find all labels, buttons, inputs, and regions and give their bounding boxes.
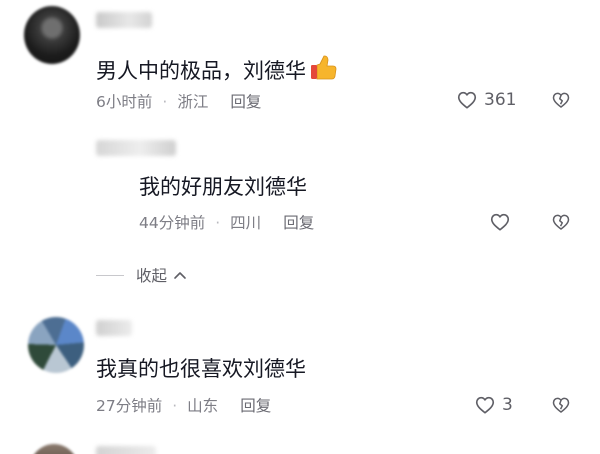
broken-heart-icon bbox=[552, 397, 570, 413]
chevron-up-icon bbox=[173, 266, 187, 284]
divider bbox=[96, 274, 124, 276]
thumbs-up-emoji-icon bbox=[308, 52, 338, 87]
like-button[interactable]: 361 bbox=[456, 89, 516, 111]
broken-heart-icon bbox=[552, 92, 570, 108]
comment-meta: 27分钟前 · 山东 回复 bbox=[96, 396, 271, 416]
comment-text-content: 男人中的极品，刘德华 bbox=[96, 59, 306, 83]
like-count: 361 bbox=[484, 90, 517, 110]
separator: · bbox=[172, 397, 178, 415]
dislike-button[interactable] bbox=[551, 212, 571, 236]
avatar[interactable] bbox=[30, 444, 78, 454]
comment-location: 山东 bbox=[187, 397, 219, 415]
username-blurred[interactable] bbox=[96, 12, 152, 28]
comment-time: 44分钟前 bbox=[139, 214, 206, 232]
like-button[interactable]: 3 bbox=[474, 394, 513, 416]
like-count: 3 bbox=[502, 395, 513, 415]
username-blurred[interactable] bbox=[96, 140, 176, 156]
dislike-button[interactable] bbox=[551, 395, 571, 419]
comment-text: 我的好朋友刘德华 bbox=[139, 175, 307, 199]
like-button[interactable] bbox=[489, 211, 517, 233]
comment-location: 浙江 bbox=[177, 93, 209, 111]
separator: · bbox=[162, 93, 168, 111]
comment-time: 6小时前 bbox=[96, 93, 153, 111]
avatar[interactable] bbox=[28, 317, 84, 373]
heart-outline-icon bbox=[475, 396, 495, 414]
reply-button[interactable]: 回复 bbox=[240, 396, 271, 416]
username-blurred[interactable] bbox=[96, 446, 156, 454]
collapse-label: 收起 bbox=[136, 267, 168, 285]
heart-outline-icon bbox=[457, 91, 477, 109]
broken-heart-icon bbox=[552, 214, 570, 230]
comment-meta: 6小时前 · 浙江 回复 bbox=[96, 92, 261, 112]
username-blurred[interactable] bbox=[96, 320, 132, 336]
reply-button[interactable]: 回复 bbox=[230, 92, 261, 112]
comment-text: 我真的也很喜欢刘德华 bbox=[96, 357, 306, 381]
avatar[interactable] bbox=[24, 6, 80, 64]
comment-text: 男人中的极品，刘德华 bbox=[96, 52, 338, 87]
comment-location: 四川 bbox=[230, 214, 262, 232]
dislike-button[interactable] bbox=[551, 90, 571, 114]
reply-button[interactable]: 回复 bbox=[283, 213, 314, 233]
comment-time: 27分钟前 bbox=[96, 397, 163, 415]
comment-meta: 44分钟前 · 四川 回复 bbox=[139, 213, 314, 233]
separator: · bbox=[215, 214, 221, 232]
heart-outline-icon bbox=[490, 213, 510, 231]
collapse-replies-button[interactable]: 收起 bbox=[96, 264, 187, 286]
